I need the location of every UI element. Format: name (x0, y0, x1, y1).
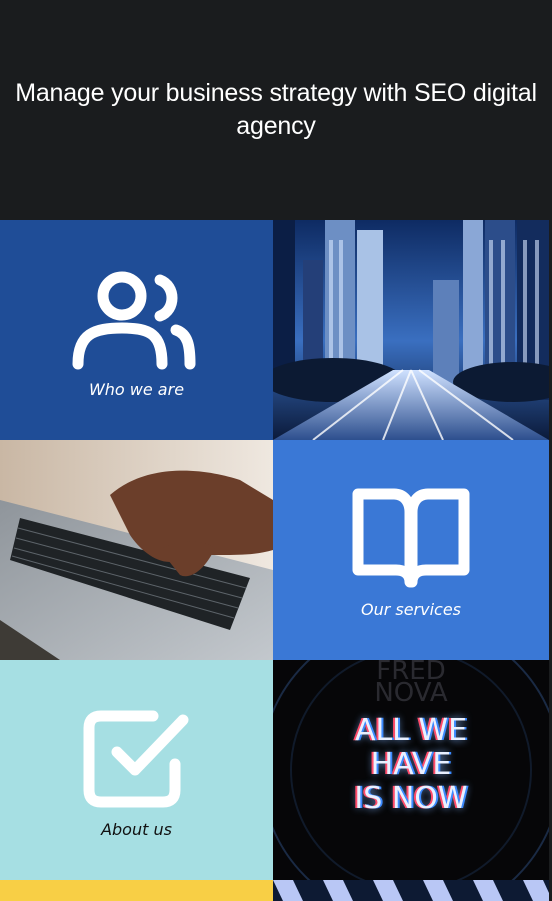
neon-text: ALL WE HAVE IS NOW (354, 713, 468, 816)
who-we-are-label: Who we are (88, 380, 185, 399)
about-us-tile[interactable]: About us (0, 660, 273, 880)
hero-title: Manage your business strategy with SEO d… (15, 79, 537, 140)
users-icon (72, 271, 195, 370)
hero-section: Manage your business strategy with SEO d… (0, 0, 552, 220)
who-we-are-tile[interactable]: Who we are (0, 220, 273, 440)
next-tile-stripes (273, 880, 549, 901)
laptop-typing-photo (0, 440, 273, 660)
our-services-tile[interactable]: Our services (273, 440, 549, 660)
next-tile-yellow (0, 880, 273, 901)
book-icon (352, 488, 470, 588)
city-photo (273, 220, 549, 440)
our-services-label: Our services (360, 600, 462, 619)
neon-sign-photo: FRED NOVA ALL WE HAVE IS NOW (273, 660, 549, 880)
checkbox-icon (83, 710, 188, 808)
about-us-label: About us (101, 820, 172, 839)
neon-watermark: FRED NOVA (374, 660, 448, 708)
